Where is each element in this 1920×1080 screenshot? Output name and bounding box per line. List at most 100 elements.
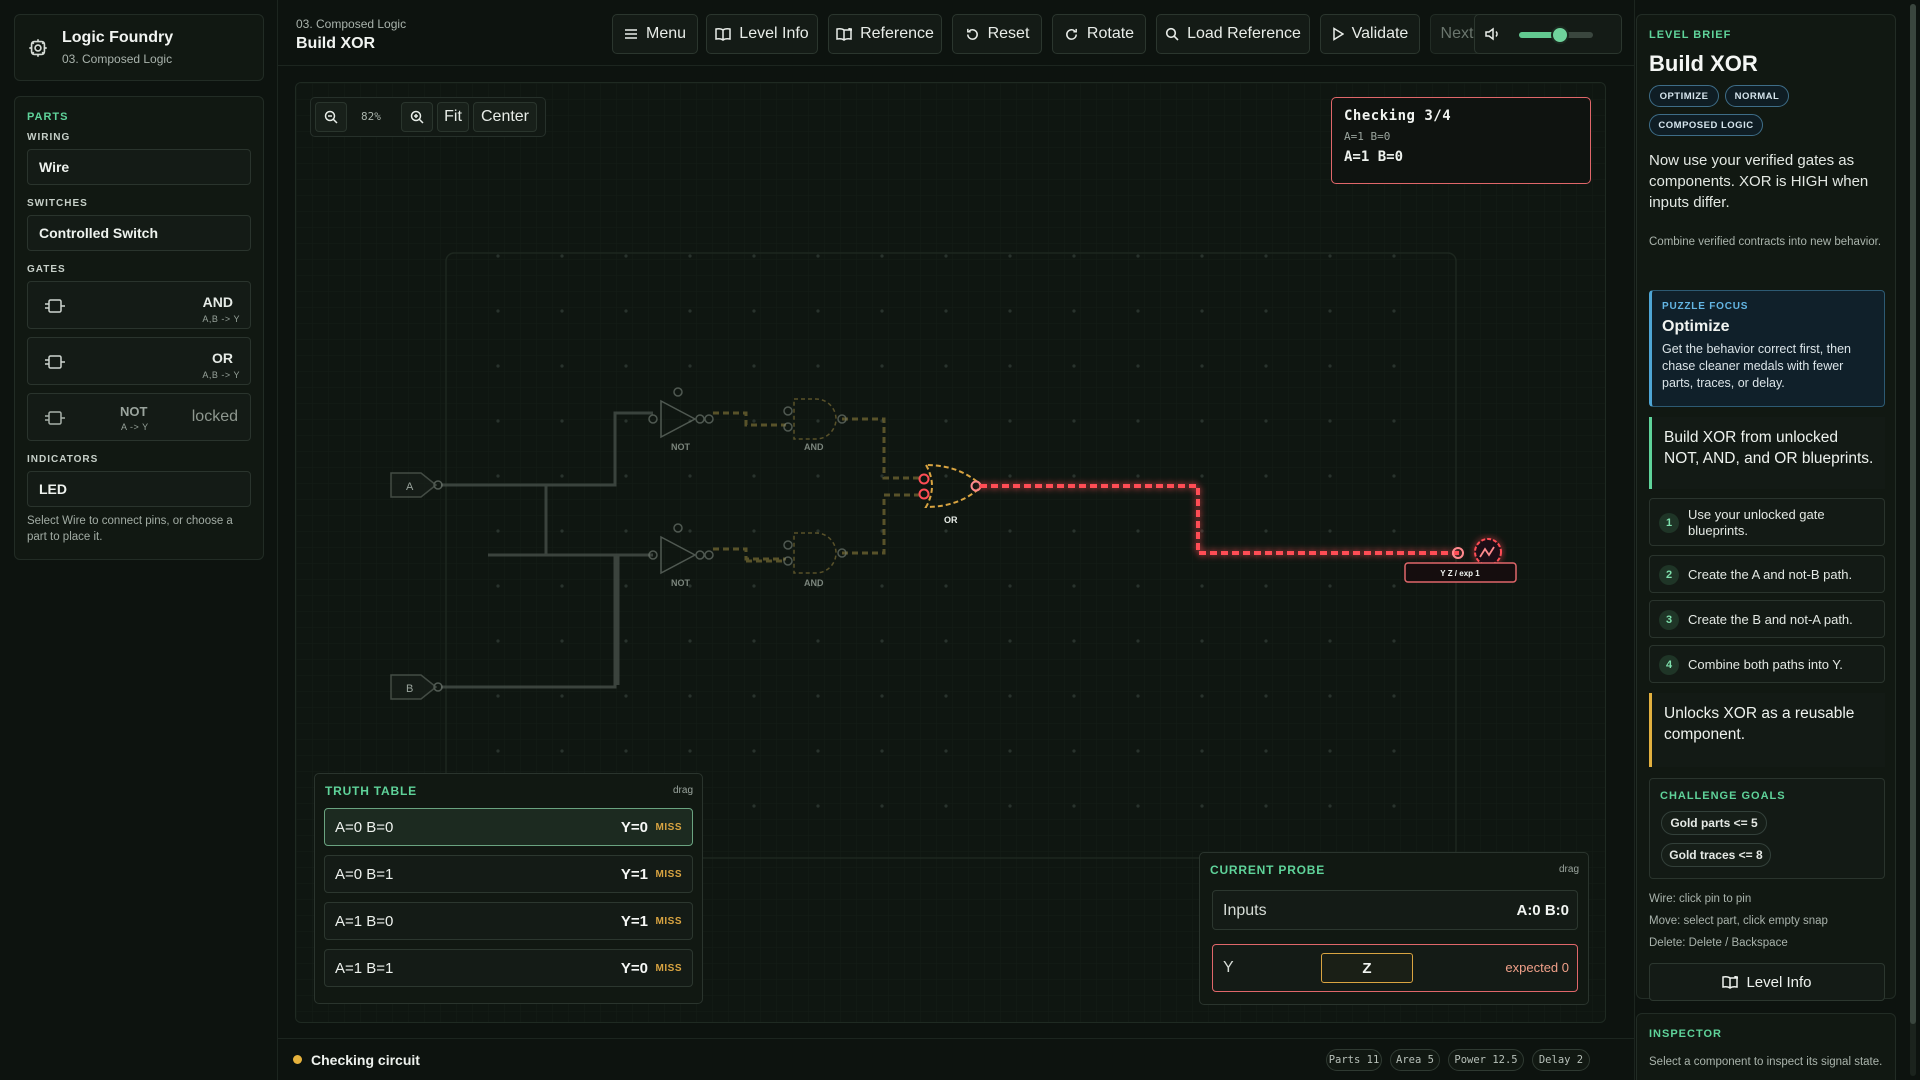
zoom-out-button[interactable] (315, 102, 347, 132)
and-bottom-label: AND (804, 578, 824, 588)
fit-button[interactable]: Fit (437, 102, 469, 132)
step-text: Use your unlocked gate blueprints. (1688, 507, 1825, 538)
circuit-board[interactable]: A B NOT NOT AND AND OR Y Z / exp 1 82% F… (295, 82, 1606, 1023)
and-gate-label: AND (202, 294, 233, 310)
truth-row-inputs: A=1 B=1 (335, 960, 394, 977)
area-badge: Area 5 (1390, 1049, 1440, 1071)
step-text: Combine both paths into Y. (1688, 657, 1843, 672)
probe-output-row: Y Z expected 0 (1212, 944, 1578, 992)
level-info-button[interactable]: Level Info (706, 14, 818, 54)
reference-button[interactable]: Reference (828, 14, 942, 54)
step-item: 2 Create the A and not-B path. (1649, 555, 1885, 593)
rotate-button[interactable]: Rotate (1052, 14, 1146, 54)
menu-button[interactable]: Menu (612, 14, 698, 54)
or-gate-signature: A,B -> Y (202, 370, 240, 380)
reference-label: Reference (860, 25, 934, 42)
truth-row[interactable]: A=0 B=0 Y=0 MISS (324, 808, 693, 846)
level-info-side-label: Level Info (1746, 973, 1812, 991)
or-gate-label: OR (212, 350, 233, 366)
output-probe-label: Y Z / exp 1 (1440, 569, 1480, 578)
menu-icon (624, 29, 637, 39)
level-info-side-button[interactable]: Level Info (1649, 963, 1885, 1001)
page-scrollbar[interactable] (1910, 4, 1916, 1076)
scrollbar-thumb[interactable] (1910, 4, 1916, 1024)
zoom-in-button[interactable] (401, 102, 433, 132)
not-bottom-label: NOT (671, 578, 691, 588)
breadcrumb: 03. Composed Logic (296, 17, 407, 31)
tag-optimize: OPTIMIZE (1649, 85, 1719, 107)
step-text: Create the A and not-B path. (1688, 567, 1853, 582)
checking-subtitle: A=1 B=0 (1344, 130, 1391, 143)
truth-row[interactable]: A=0 B=1 Y=1 MISS (324, 855, 693, 893)
and-gate-part[interactable]: AND A,B -> Y (27, 281, 251, 329)
inspector-panel: INSPECTOR Select a component to inspect … (1636, 1013, 1896, 1080)
top-bar: 03. Composed Logic Build XOR Menu Level … (278, 0, 1634, 66)
inspector-label: INSPECTOR (1649, 1028, 1722, 1040)
probe-output-value: Z (1321, 953, 1413, 983)
rotate-icon (1066, 28, 1077, 40)
puzzle-focus-desc: Get the behavior correct first, then cha… (1662, 342, 1851, 390)
chip-icon (45, 411, 65, 425)
delay-badge: Delay 2 (1532, 1049, 1590, 1071)
truth-row-status: MISS (655, 963, 682, 974)
truth-row-inputs: A=0 B=1 (335, 866, 394, 883)
not-gate-signature: A -> Y (121, 422, 149, 432)
level-brief-panel: LEVEL BRIEF Build XOR OPTIMIZE NORMAL CO… (1636, 14, 1896, 1001)
truth-row-status: MISS (655, 916, 682, 927)
volume-track[interactable] (1519, 26, 1593, 44)
reset-button[interactable]: Reset (952, 14, 1042, 54)
truth-table-title: TRUTH TABLE (325, 784, 417, 798)
challenge-goals-card: CHALLENGE GOALS Gold parts <= 5 Gold tra… (1649, 778, 1885, 879)
help-move: Move: select part, click empty snap (1649, 915, 1828, 927)
zoom-toolbar: 82% Fit Center (310, 97, 546, 137)
level-brief-title: Build XOR (1649, 51, 1758, 76)
status-text: Checking circuit (311, 1052, 420, 1068)
volume-control[interactable] (1474, 14, 1622, 54)
probe-inputs-row: Inputs A:0 B:0 (1212, 890, 1578, 930)
drag-handle[interactable]: drag (1559, 864, 1579, 875)
probe-output-label: Y (1223, 959, 1234, 976)
truth-table-panel[interactable]: TRUTH TABLE drag A=0 B=0 Y=0 MISS A=0 B=… (314, 773, 703, 1004)
probe-expected: expected 0 (1505, 960, 1569, 975)
wiring-heading: WIRING (27, 132, 71, 143)
zoom-out-icon (324, 110, 338, 124)
parts-hint: Select Wire to connect pins, or choose a… (27, 515, 233, 543)
validate-button[interactable]: Validate (1320, 14, 1420, 54)
drag-handle[interactable]: drag (673, 785, 693, 796)
truth-row-status: MISS (655, 822, 682, 833)
center-button[interactable]: Center (473, 102, 537, 132)
wire-part-button[interactable]: Wire (27, 149, 251, 185)
menu-button-label: Menu (645, 25, 687, 42)
checking-indicator: Checking 3/4 A=1 B=0 A=1 B=0 (1331, 97, 1591, 184)
goal-badge: Gold traces <= 8 (1661, 843, 1771, 867)
puzzle-focus-kicker: PUZZLE FOCUS (1662, 301, 1749, 312)
app-subtitle: 03. Composed Logic (62, 52, 173, 66)
volume-knob[interactable] (1550, 26, 1569, 44)
probe-inputs-value: A:0 B:0 (1516, 902, 1569, 919)
app-title: Logic Foundry (62, 29, 174, 46)
current-probe-panel[interactable]: CURRENT PROBE drag Inputs A:0 B:0 Y Z ex… (1199, 852, 1589, 1005)
or-label: OR (944, 515, 958, 525)
power-badge: Power 12.5 (1448, 1049, 1524, 1071)
load-reference-button[interactable]: Load Reference (1156, 14, 1310, 54)
step-number: 1 (1659, 513, 1679, 533)
controlled-switch-button[interactable]: Controlled Switch (27, 215, 251, 251)
truth-row[interactable]: A=1 B=1 Y=0 MISS (324, 949, 693, 987)
or-gate-part[interactable]: OR A,B -> Y (27, 337, 251, 385)
led-part-button[interactable]: LED (27, 471, 251, 507)
indicators-heading: INDICATORS (27, 454, 99, 465)
step-number: 3 (1659, 610, 1679, 630)
gear-icon (29, 38, 47, 57)
book-icon (836, 27, 853, 41)
reset-label: Reset (987, 25, 1030, 42)
status-bar: Checking circuit Parts 11 Area 5 Power 1… (278, 1038, 1634, 1080)
truth-row[interactable]: A=1 B=0 Y=1 MISS (324, 902, 693, 940)
truth-row-output: Y=0 (620, 819, 648, 836)
parts-panel: PARTS WIRING Wire SWITCHES Controlled Sw… (14, 96, 264, 560)
not-gate-part: NOT A -> Y locked (27, 393, 251, 441)
parts-heading: PARTS (27, 111, 69, 123)
page-title: Build XOR (296, 35, 376, 52)
rotate-label: Rotate (1086, 25, 1135, 42)
inspector-text: Select a component to inspect its signal… (1649, 1056, 1883, 1068)
level-info-label: Level Info (739, 25, 809, 42)
